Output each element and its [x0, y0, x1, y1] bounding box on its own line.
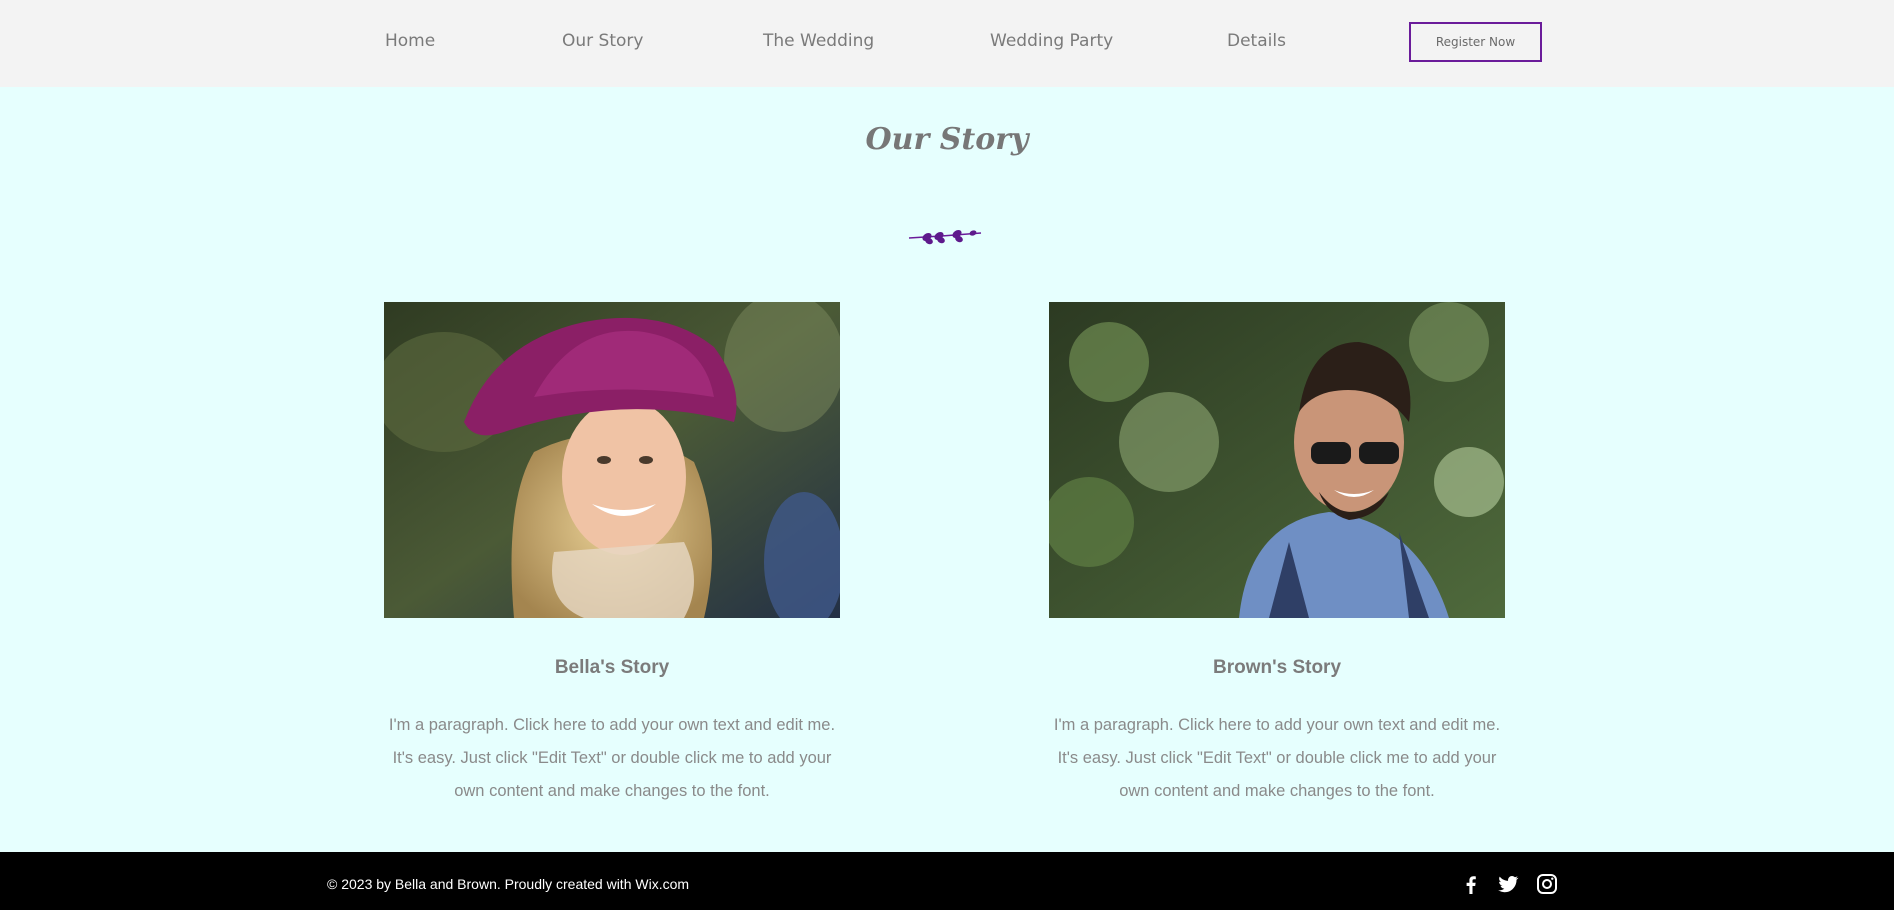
bella-story-paragraph: I'm a paragraph. Click here to add your …	[388, 716, 836, 800]
nav-our-story[interactable]: Our Story	[562, 31, 643, 51]
instagram-icon[interactable]	[1535, 872, 1559, 896]
bella-story-title: Bella's Story	[554, 657, 670, 678]
twitter-icon[interactable]	[1496, 872, 1520, 896]
brown-story-paragraph: I'm a paragraph. Click here to add your …	[1053, 716, 1501, 800]
site-footer: © 2023 by Bella and Brown. Proudly creat…	[0, 852, 1894, 910]
page-title: Our Story	[865, 122, 1029, 157]
brown-story-title: Brown's Story	[1212, 657, 1342, 678]
site-header: Home Our Story The Wedding Wedding Party…	[0, 0, 1894, 87]
nav-the-wedding[interactable]: The Wedding	[763, 31, 874, 51]
facebook-icon[interactable]	[1459, 872, 1483, 896]
bella-photo	[384, 302, 840, 618]
brown-photo	[1049, 302, 1505, 618]
nav-details[interactable]: Details	[1227, 31, 1286, 51]
register-now-button[interactable]: Register Now	[1409, 22, 1542, 62]
nav-home[interactable]: Home	[385, 31, 435, 51]
copyright-text: © 2023 by Bella and Brown. Proudly creat…	[327, 876, 690, 892]
nav-wedding-party[interactable]: Wedding Party	[990, 31, 1113, 51]
lavender-divider-icon	[908, 229, 982, 245]
